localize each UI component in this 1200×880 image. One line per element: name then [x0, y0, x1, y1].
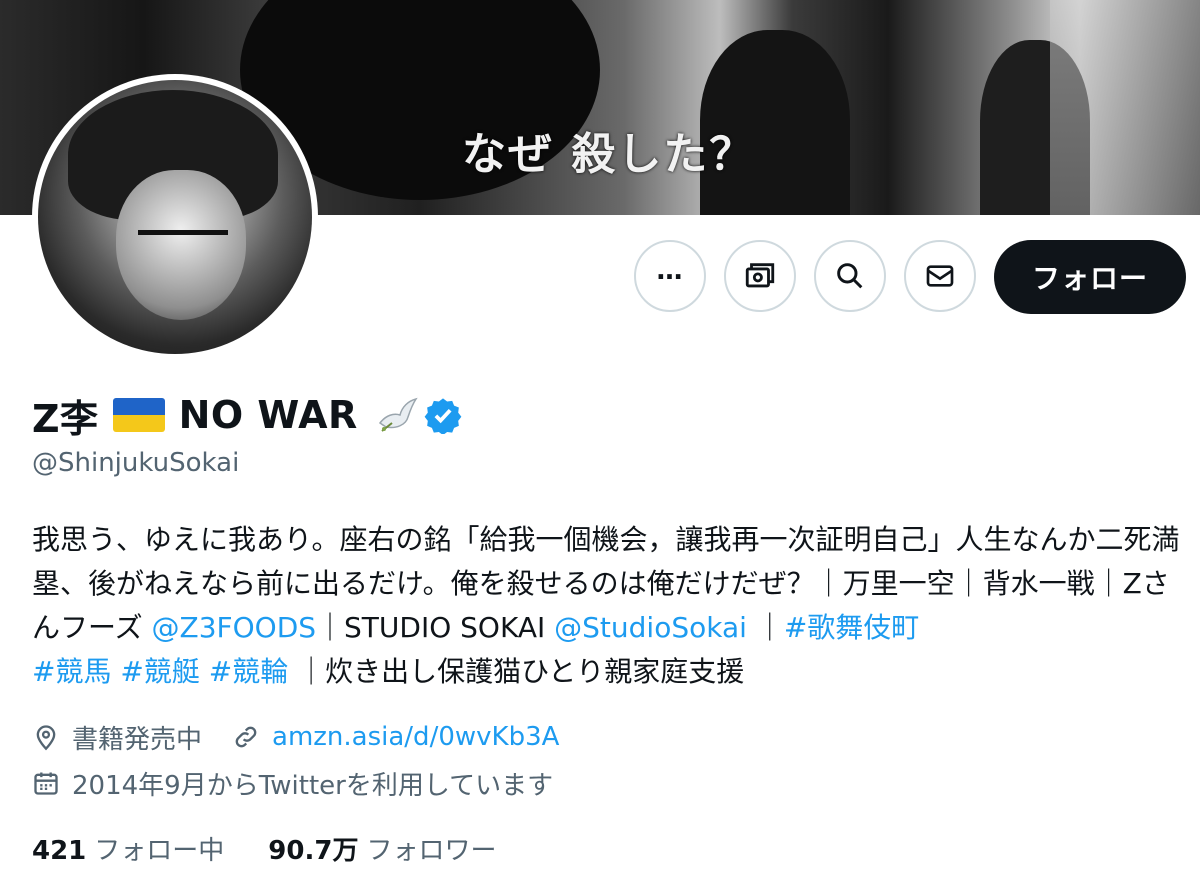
profile-name-row: Z李 NO WAR — [32, 388, 462, 442]
search-icon — [837, 263, 863, 289]
joined-item: 2014年9月からTwitterを利用しています — [32, 765, 553, 802]
bio-hashtag-link[interactable]: #競輪 — [209, 655, 288, 688]
verified-badge-icon — [424, 398, 462, 434]
bio-mention-link[interactable]: @Z3FOODS — [152, 611, 317, 644]
bio-text: ｜炊き出し保護猫ひとり親家庭支援 — [288, 655, 745, 688]
bio-mention-link[interactable]: @StudioSokai — [554, 611, 747, 644]
profile-actions: … フォロー — [0, 240, 1200, 314]
following-count-link[interactable]: 421 フォロー中 — [32, 830, 224, 867]
subscription-icon — [745, 263, 775, 288]
subscribe-button[interactable] — [724, 240, 796, 312]
more-icon: … — [656, 256, 684, 286]
profile-bio: 我思う、ゆえに我あり。座右の銘「給我一個機会，讓我再一次証明自己」人生なんか二死… — [32, 518, 1182, 694]
bio-text: ｜ — [746, 611, 784, 644]
profile-meta: 書籍発売中 amzn.asia/d/0wvKb3A 2014年9月からTwitt… — [32, 714, 589, 806]
search-button[interactable] — [814, 240, 886, 312]
follow-button[interactable]: フォロー — [994, 240, 1186, 314]
more-button[interactable]: … — [634, 240, 706, 312]
display-name: Z李 — [32, 396, 99, 441]
joined-text: 2014年9月からTwitterを利用しています — [72, 770, 554, 801]
followers-label: フォロワー — [366, 836, 497, 866]
banner-caption: なぜ 殺した？ — [462, 129, 756, 180]
message-button[interactable] — [904, 240, 976, 312]
follow-counts: 421 フォロー中 90.7万 フォロワー — [32, 830, 540, 867]
bio-hashtag-link[interactable]: #歌舞伎町 — [784, 611, 919, 644]
website-link[interactable]: amzn.asia/d/0wvKb3A — [272, 722, 559, 752]
location-text: 書籍発売中 — [72, 724, 203, 755]
location-pin-icon — [36, 725, 56, 751]
link-icon — [235, 726, 257, 748]
following-count: 421 — [32, 836, 87, 866]
bio-hashtag-link[interactable]: #競馬 — [32, 655, 111, 688]
dove-icon — [378, 397, 418, 432]
bio-hashtag-link[interactable]: #競艇 — [120, 655, 199, 688]
ukraine-flag-icon — [112, 398, 165, 432]
location-item: 書籍発売中 — [32, 719, 202, 756]
followers-count: 90.7万 — [268, 836, 359, 866]
banner-window — [1050, 0, 1200, 215]
following-label: フォロー中 — [94, 836, 225, 866]
calendar-icon — [34, 772, 58, 795]
display-name-suffix: NO WAR — [178, 393, 358, 437]
avatar[interactable] — [32, 74, 318, 360]
envelope-icon — [926, 265, 954, 287]
profile-handle: @ShinjukuSokai — [32, 448, 240, 478]
bio-text: ｜STUDIO SOKAI — [316, 611, 555, 644]
website-item[interactable]: amzn.asia/d/0wvKb3A — [232, 722, 559, 752]
followers-count-link[interactable]: 90.7万 フォロワー — [268, 830, 496, 867]
